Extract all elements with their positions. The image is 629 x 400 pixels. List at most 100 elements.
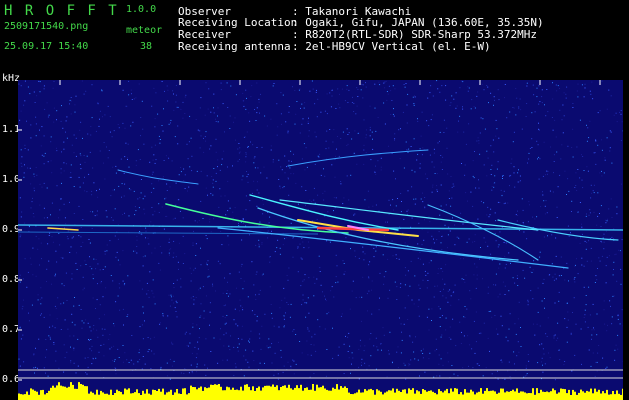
noise-speck bbox=[309, 199, 311, 201]
noise-speck bbox=[300, 285, 302, 287]
noise-speck bbox=[278, 326, 280, 328]
noise-speck bbox=[23, 172, 25, 174]
noise-speck bbox=[87, 357, 89, 358]
noise-speck bbox=[514, 282, 516, 284]
noise-speck bbox=[433, 148, 435, 150]
noise-speck bbox=[383, 334, 385, 336]
level-bar bbox=[616, 390, 618, 400]
noise-speck bbox=[325, 140, 327, 142]
level-bar bbox=[108, 394, 110, 400]
level-bar bbox=[276, 385, 278, 400]
noise-speck bbox=[72, 236, 74, 238]
noise-speck bbox=[515, 114, 517, 116]
noise-speck bbox=[148, 349, 150, 350]
noise-speck bbox=[177, 199, 179, 201]
noise-speck bbox=[441, 315, 443, 317]
noise-speck bbox=[199, 130, 201, 132]
noise-speck bbox=[267, 237, 269, 239]
noise-speck bbox=[220, 230, 222, 232]
noise-speck bbox=[46, 268, 48, 270]
noise-speck bbox=[371, 280, 373, 282]
level-bar bbox=[572, 389, 574, 400]
noise-speck bbox=[286, 166, 287, 168]
noise-speck bbox=[74, 324, 76, 326]
noise-speck bbox=[340, 315, 342, 317]
noise-speck bbox=[418, 284, 420, 286]
noise-speck bbox=[568, 190, 570, 192]
noise-speck bbox=[403, 84, 405, 85]
noise-speck bbox=[577, 83, 579, 85]
noise-speck bbox=[51, 202, 53, 204]
noise-speck bbox=[217, 159, 219, 161]
noise-speck bbox=[138, 207, 140, 209]
noise-speck bbox=[515, 88, 517, 89]
noise-speck bbox=[95, 130, 97, 132]
noise-speck bbox=[82, 182, 84, 184]
level-bar bbox=[312, 384, 314, 400]
noise-speck bbox=[75, 137, 77, 139]
noise-speck bbox=[579, 177, 581, 179]
noise-speck bbox=[111, 217, 112, 218]
noise-speck bbox=[215, 121, 217, 122]
noise-speck bbox=[258, 293, 260, 295]
noise-speck bbox=[486, 175, 488, 177]
noise-speck bbox=[591, 81, 593, 83]
noise-speck bbox=[593, 184, 595, 186]
noise-speck bbox=[288, 160, 290, 162]
noise-speck bbox=[487, 292, 489, 294]
noise-speck bbox=[558, 350, 560, 351]
noise-speck bbox=[586, 124, 587, 126]
noise-speck bbox=[242, 92, 244, 94]
noise-speck bbox=[597, 215, 599, 217]
level-bar bbox=[126, 389, 128, 400]
level-bar bbox=[354, 393, 356, 400]
level-bar bbox=[244, 384, 246, 400]
noise-speck bbox=[405, 83, 407, 84]
level-bar bbox=[348, 392, 350, 400]
noise-speck bbox=[262, 199, 264, 201]
level-bar bbox=[278, 390, 280, 400]
noise-speck bbox=[198, 289, 200, 291]
noise-speck bbox=[73, 362, 75, 364]
noise-speck bbox=[413, 104, 415, 106]
noise-speck bbox=[80, 265, 82, 267]
noise-speck bbox=[617, 348, 619, 350]
noise-speck bbox=[48, 235, 50, 236]
noise-speck bbox=[258, 246, 260, 248]
level-bar bbox=[302, 390, 304, 400]
noise-speck bbox=[101, 90, 103, 92]
noise-speck bbox=[270, 149, 272, 151]
noise-speck bbox=[60, 198, 62, 200]
noise-speck bbox=[276, 134, 278, 136]
noise-speck bbox=[526, 82, 528, 84]
level-bar bbox=[398, 390, 400, 400]
noise-speck bbox=[419, 163, 421, 165]
noise-speck bbox=[92, 278, 94, 280]
noise-speck bbox=[67, 238, 69, 240]
noise-speck bbox=[195, 357, 197, 359]
noise-speck bbox=[591, 329, 593, 331]
noise-speck bbox=[337, 354, 339, 356]
noise-speck bbox=[473, 274, 475, 276]
noise-speck bbox=[180, 286, 182, 288]
noise-speck bbox=[323, 168, 324, 170]
noise-speck bbox=[180, 108, 182, 110]
noise-speck bbox=[195, 243, 197, 245]
noise-speck bbox=[410, 260, 412, 262]
noise-speck bbox=[354, 250, 356, 252]
noise-speck bbox=[546, 89, 548, 90]
noise-speck bbox=[463, 131, 465, 133]
noise-speck bbox=[572, 312, 573, 313]
noise-speck bbox=[544, 363, 546, 365]
noise-speck bbox=[540, 206, 542, 208]
noise-speck bbox=[256, 320, 258, 322]
noise-speck bbox=[84, 176, 85, 178]
noise-speck bbox=[576, 258, 577, 260]
noise-speck bbox=[99, 110, 101, 112]
level-bar bbox=[516, 388, 518, 400]
noise-speck bbox=[30, 124, 32, 126]
level-bar bbox=[96, 389, 98, 400]
noise-speck bbox=[553, 279, 555, 281]
noise-speck bbox=[383, 283, 385, 285]
noise-speck bbox=[616, 213, 618, 215]
